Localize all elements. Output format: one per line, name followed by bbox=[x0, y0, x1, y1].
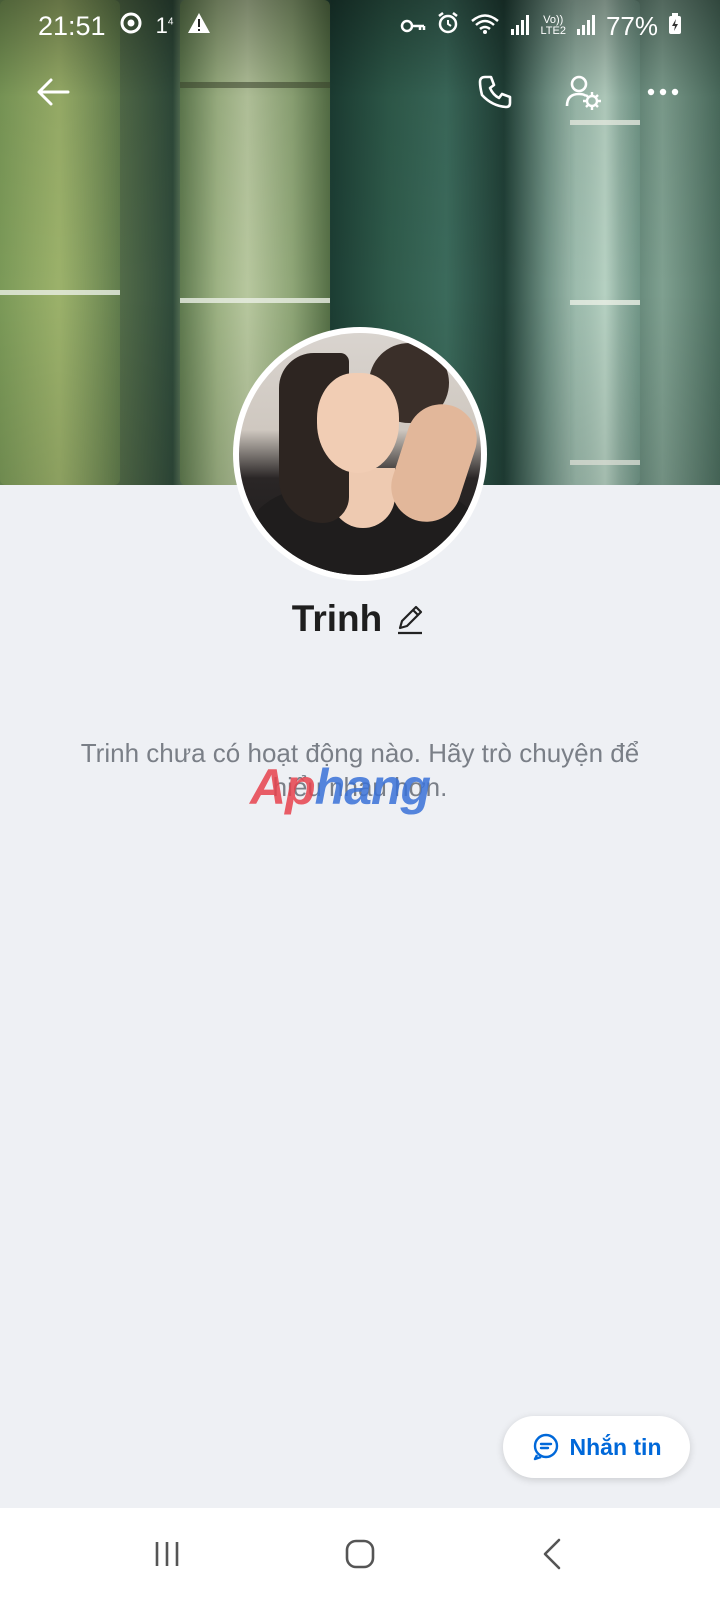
send-message-button[interactable]: Nhắn tin bbox=[503, 1416, 690, 1478]
alarm-icon bbox=[436, 11, 460, 42]
system-back-button[interactable] bbox=[523, 1524, 583, 1584]
battery-percentage: 77% bbox=[605, 10, 658, 41]
wifi-icon bbox=[470, 11, 500, 42]
profile-name-row: Trinh bbox=[0, 598, 720, 640]
key-icon bbox=[400, 11, 426, 42]
signal-icon bbox=[576, 11, 596, 42]
more-button[interactable] bbox=[636, 65, 690, 119]
home-button[interactable] bbox=[330, 1524, 390, 1584]
watermark-logo: Aphang bbox=[250, 758, 431, 816]
lte-label: LTE2 bbox=[540, 25, 566, 37]
profile-name: Trinh bbox=[291, 598, 383, 639]
watermark-part2: hang bbox=[314, 759, 431, 815]
signal-icon bbox=[510, 11, 530, 42]
recent-apps-button[interactable] bbox=[137, 1524, 197, 1584]
chat-icon bbox=[533, 1433, 558, 1461]
home-icon bbox=[345, 1539, 375, 1569]
call-button[interactable] bbox=[468, 65, 522, 119]
system-navigation-bar bbox=[0, 1508, 720, 1600]
user-settings-icon bbox=[565, 75, 601, 110]
phone-icon bbox=[478, 75, 512, 109]
status-time: 21:51 bbox=[38, 10, 106, 41]
avatar-photo bbox=[239, 333, 481, 575]
send-message-label: Nhắn tin bbox=[569, 1433, 662, 1460]
back-icon bbox=[544, 1538, 561, 1570]
watermark-part1: Ap bbox=[250, 759, 316, 815]
profile-settings-button[interactable] bbox=[556, 65, 610, 119]
warning-icon bbox=[187, 12, 211, 40]
arrow-left-icon bbox=[37, 78, 70, 106]
back-button[interactable] bbox=[26, 65, 80, 119]
status-bar: 21:51 14 Vo)) LTE2 77% bbox=[0, 0, 720, 52]
more-horizontal-icon bbox=[647, 88, 679, 96]
one-icon: 14 bbox=[155, 13, 174, 38]
chrome-icon bbox=[120, 12, 142, 40]
volte-icon: Vo)) LTE2 bbox=[540, 15, 565, 37]
battery-icon bbox=[668, 11, 682, 42]
recent-apps-icon bbox=[155, 1542, 178, 1566]
avatar[interactable] bbox=[233, 327, 487, 581]
pencil-icon[interactable] bbox=[394, 602, 428, 636]
